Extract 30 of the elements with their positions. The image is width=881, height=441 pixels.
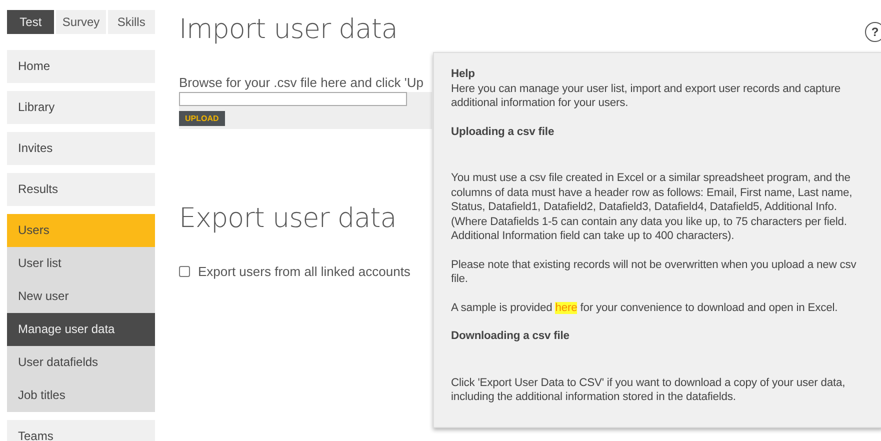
sidebar-subitem[interactable]: Manage user data [7,313,155,346]
sidebar-item[interactable]: Library [7,91,155,124]
help-heading: Downloading a csv file [451,329,570,344]
sidebar-subitem[interactable]: User datafields [7,346,155,379]
checkbox-label: Export users from all linked accounts [198,264,410,279]
help-button[interactable]: ? [865,22,881,42]
help-title: Help [451,67,476,82]
page-title: Import user data [179,14,398,45]
upload-instruction: Browse for your .csv file here and click 'Up [179,75,424,90]
sidebar-item[interactable]: Invites [7,132,155,165]
tab[interactable]: Test [7,10,54,34]
section-title: Export user data [179,203,396,234]
checkbox[interactable] [179,266,190,277]
sidebar-item[interactable]: Users [7,214,155,247]
sidebar-subitem[interactable]: New user [7,280,155,313]
sidebar-item[interactable]: Home [7,50,155,83]
tab[interactable]: Skills [108,10,156,34]
sidebar-subitem[interactable]: User list [7,247,155,280]
help-text: Here you can manage your user list, import and export user records and capture additional information for your users. [451,82,842,110]
help-text: You must use a csv file created in Excel or a similar spreadsheet program, and the columns of data must have a header row as follows: Email, First name, Last name, Status, Datafield1, Datafield2, Datafield3, Datafield4, Datafield5, Additional Info. (Where Datafields 1-5 can contain any data you like up, to 75 characters per field. Additional Information field can take up to 400 characters). [451,171,854,244]
help-heading: Uploading a csv file [451,124,556,139]
help-text: Please note that existing records will not be overwritten when you upload a new csv file. [451,258,858,286]
help-text: Click 'Export User Data to CSV' if you want to download a copy of your user data, including the additional information stored in the datafields. [451,376,846,404]
tab[interactable]: Survey [56,10,106,34]
sidebar-item[interactable]: Teams [7,420,155,441]
file-input-field[interactable] [179,92,407,106]
sidebar-item[interactable]: Results [7,173,155,206]
upload-button[interactable]: UPLOAD [179,111,225,126]
sidebar-subitem[interactable]: Job titles [7,379,155,412]
help-text: A sample is provided here for your convenience to download and open in Excel. [451,300,839,315]
